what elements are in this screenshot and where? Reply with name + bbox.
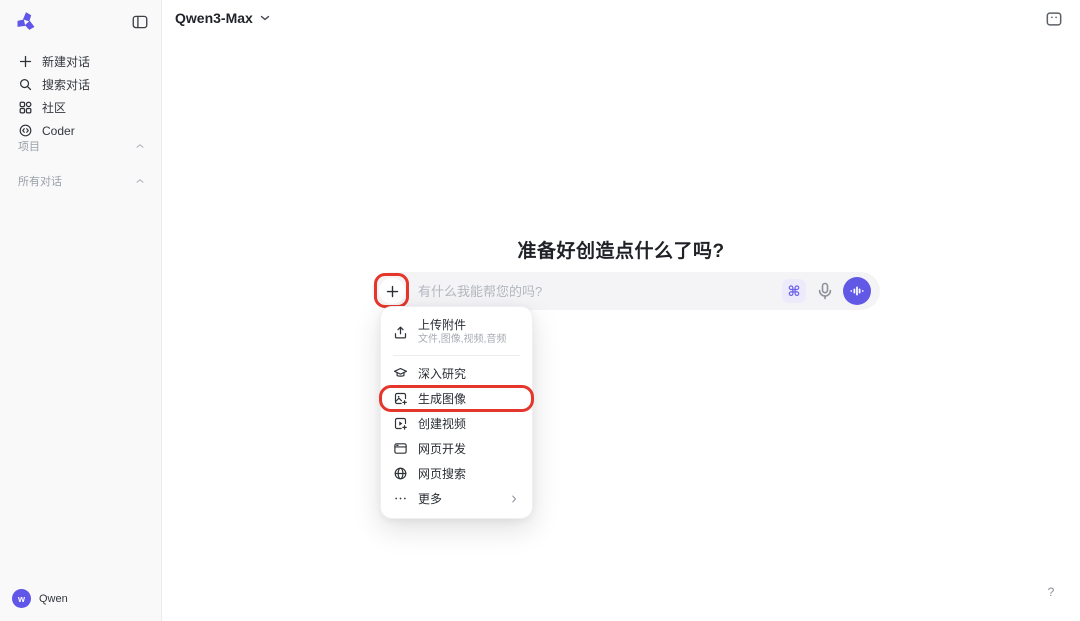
chevron-down-icon (258, 11, 272, 25)
sidebar-collapse-icon[interactable] (131, 13, 149, 31)
sidebar-header (0, 0, 161, 34)
sidebar-item-label: 新建对话 (42, 53, 90, 70)
chevron-up-icon (134, 175, 146, 187)
model-name: Qwen3-Max (175, 10, 253, 26)
sidebar-item-label: 搜索对话 (42, 76, 90, 93)
voice-wave-icon (849, 283, 865, 299)
section-label: 所有对话 (18, 173, 62, 189)
search-icon (18, 77, 33, 92)
sidebar-item-community[interactable]: 社区 (0, 96, 161, 119)
menu-item-upload-file[interactable]: 上传附件 文件,图像,视频,音频 (381, 314, 532, 350)
sidebar-nav: 新建对话 搜索对话 社区 (0, 50, 161, 142)
menu-item-more[interactable]: 更多 (381, 486, 532, 511)
user-account[interactable]: w Qwen (12, 589, 68, 608)
menu-item-label: 网页开发 (418, 440, 466, 457)
web-dev-icon (393, 441, 408, 456)
sidebar-section-all-chats[interactable]: 所有对话 (0, 170, 162, 192)
menu-item-label: 深入研究 (418, 365, 466, 382)
chevron-up-icon (134, 140, 146, 152)
page-title: 准备好创造点什么了吗? (162, 236, 1080, 263)
menu-item-label: 更多 (418, 490, 442, 507)
section-label: 项目 (18, 138, 40, 154)
message-input[interactable] (418, 272, 748, 310)
research-icon (393, 366, 408, 381)
user-name: Qwen (39, 593, 68, 605)
menu-item-sublabel: 文件,图像,视频,音频 (418, 334, 506, 347)
upload-icon (393, 325, 408, 340)
menu-item-label: 网页搜索 (418, 465, 466, 482)
sidebar-item-search-chat[interactable]: 搜索对话 (0, 73, 161, 96)
user-avatar: w (12, 589, 31, 608)
menu-item-label: 创建视频 (418, 415, 466, 432)
help-button[interactable]: ? (1042, 585, 1060, 603)
attach-menu: 上传附件 文件,图像,视频,音频 深入研究 生成图像 (380, 306, 533, 519)
attach-plus-button[interactable] (379, 278, 405, 304)
menu-item-web-dev[interactable]: 网页开发 (381, 436, 532, 461)
community-icon (18, 100, 33, 115)
chevron-right-icon (508, 493, 520, 505)
sidebar-section-projects[interactable]: 项目 (0, 135, 162, 157)
microphone-icon[interactable] (815, 281, 835, 301)
menu-item-label: 生成图像 (418, 390, 466, 407)
sidebar-item-label: 社区 (42, 99, 66, 116)
menu-item-create-video[interactable]: 创建视频 (381, 411, 532, 436)
chat-composer[interactable]: ⌘ (372, 272, 880, 310)
plus-icon (18, 54, 33, 69)
menu-item-deep-research[interactable]: 深入研究 (381, 361, 532, 386)
model-selector[interactable]: Qwen3-Max (175, 10, 272, 26)
menu-item-label: 上传附件 (418, 318, 506, 333)
artifacts-knot-icon[interactable]: ⌘ (782, 279, 806, 303)
menu-item-generate-image[interactable]: 生成图像 (381, 386, 532, 411)
app-window-icon[interactable] (1044, 9, 1064, 29)
more-dots-icon (393, 491, 408, 506)
voice-mode-button[interactable] (843, 277, 871, 305)
sidebar-item-new-chat[interactable]: 新建对话 (0, 50, 161, 73)
menu-divider (393, 355, 520, 356)
qwen-logo-icon[interactable] (14, 10, 38, 34)
menu-item-web-search[interactable]: 网页搜索 (381, 461, 532, 486)
web-search-icon (393, 466, 408, 481)
generate-image-icon (393, 391, 408, 406)
create-video-icon (393, 416, 408, 431)
sidebar: 新建对话 搜索对话 社区 (0, 0, 162, 621)
